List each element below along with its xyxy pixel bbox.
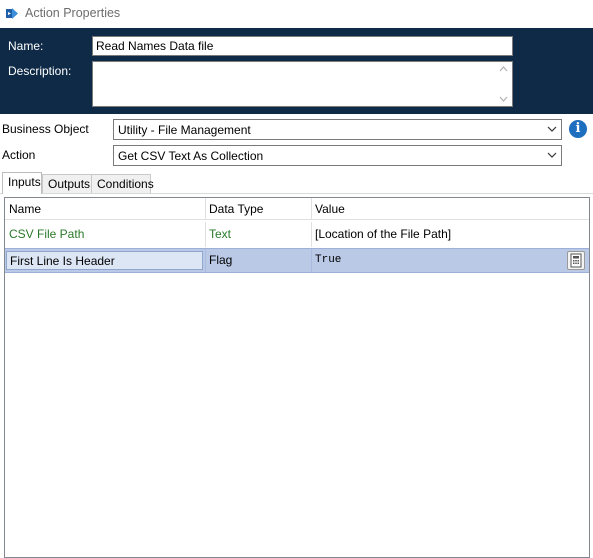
scroll-up-icon[interactable] <box>499 65 508 73</box>
column-divider <box>311 198 312 220</box>
table-row[interactable]: First Line Is Header Flag True <box>5 248 589 273</box>
row-name[interactable]: First Line Is Header <box>6 251 203 270</box>
tab-conditions[interactable]: Conditions <box>91 174 154 193</box>
row-value[interactable]: True <box>311 249 561 274</box>
action-stage-icon <box>6 8 18 19</box>
business-object-label: Business Object <box>2 122 89 136</box>
title-bar: Action Properties <box>0 0 593 28</box>
inputs-grid[interactable]: Name Data Type Value CSV File Path Text … <box>4 197 590 558</box>
scroll-down-icon[interactable] <box>499 95 508 103</box>
row-name: CSV File Path <box>9 227 85 241</box>
column-header-value[interactable]: Value <box>311 198 589 220</box>
grid-header: Name Data Type Value <box>5 198 589 220</box>
action-dropdown[interactable]: Get CSV Text As Collection <box>113 145 562 166</box>
expression-editor-button[interactable] <box>567 251 585 270</box>
description-scrollbar[interactable] <box>495 62 512 106</box>
window-title: Action Properties <box>25 6 121 20</box>
description-label: Description: <box>8 64 72 78</box>
description-field[interactable] <box>92 61 513 107</box>
column-header-data-type[interactable]: Data Type <box>205 198 311 220</box>
header-panel: Name: Read Names Data file Description: <box>0 28 593 114</box>
business-object-dropdown[interactable]: Utility - File Management <box>113 119 562 140</box>
column-divider <box>205 249 206 272</box>
action-label: Action <box>2 148 36 162</box>
column-divider <box>205 222 206 247</box>
column-divider <box>311 222 312 247</box>
tab-divider <box>0 193 593 194</box>
name-label: Name: <box>8 39 44 53</box>
row-data-type: Flag <box>209 253 233 267</box>
table-row[interactable]: CSV File Path Text [Location of the File… <box>5 222 589 247</box>
info-icon[interactable]: i <box>569 120 587 138</box>
chevron-down-icon <box>547 126 557 132</box>
row-data-type: Text <box>209 227 232 241</box>
calculator-icon <box>570 253 582 268</box>
tab-outputs[interactable]: Outputs <box>42 174 92 193</box>
column-header-name[interactable]: Name <box>5 198 205 220</box>
chevron-down-icon <box>547 152 557 158</box>
tab-strip: Inputs Outputs Conditions <box>0 172 593 194</box>
column-divider <box>311 249 312 272</box>
business-object-value: Utility - File Management <box>118 123 251 137</box>
column-divider <box>205 198 206 220</box>
name-field[interactable]: Read Names Data file <box>92 36 513 56</box>
tab-inputs[interactable]: Inputs <box>2 172 42 194</box>
row-value[interactable]: [Location of the File Path] <box>311 222 589 247</box>
action-value: Get CSV Text As Collection <box>118 149 264 163</box>
